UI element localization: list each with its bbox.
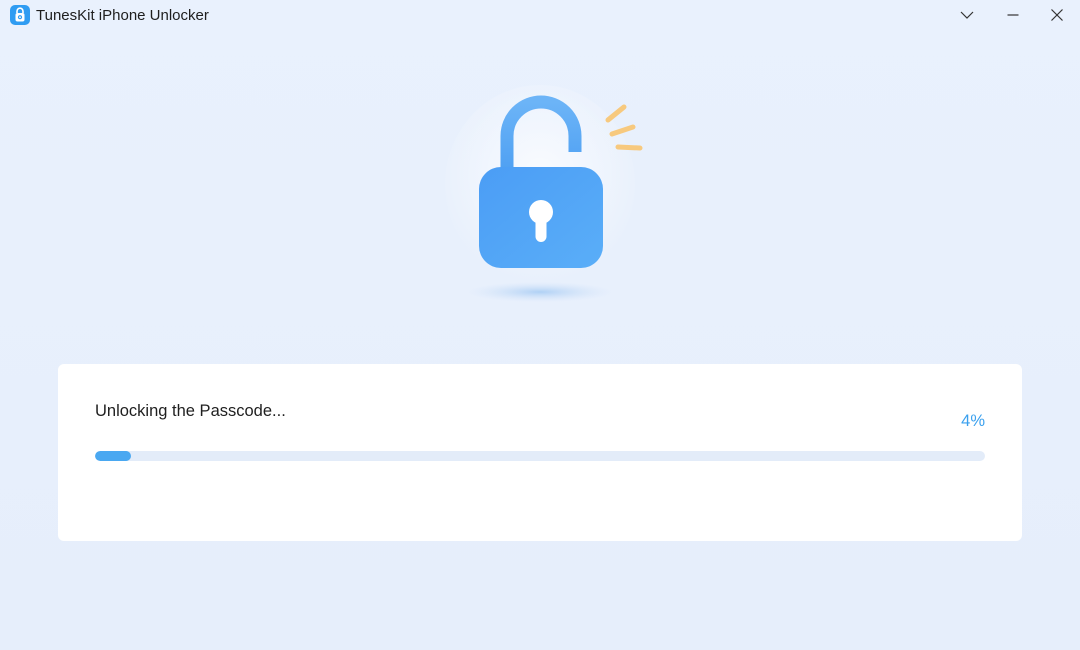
progress-status-text: Unlocking the Passcode...: [95, 402, 286, 420]
chevron-down-icon: [960, 11, 974, 19]
title-bar[interactable]: TunesKit iPhone Unlocker: [0, 0, 1080, 32]
collapse-button[interactable]: [945, 0, 989, 30]
progress-card: Unlocking the Passcode... 4%: [58, 364, 1022, 541]
close-icon: [1051, 9, 1063, 21]
app-window: TunesKit iPhone Unlocker Unlocking the P…: [0, 0, 1080, 650]
progress-bar-fill: [95, 451, 131, 461]
minimize-icon: [1007, 14, 1019, 16]
progress-bar: [95, 451, 985, 461]
progress-percent: 4%: [961, 412, 985, 430]
app-logo-icon: [10, 5, 30, 25]
window-title: TunesKit iPhone Unlocker: [36, 7, 209, 24]
unlocked-padlock-icon: [445, 85, 643, 302]
hero-illustration: [440, 80, 660, 320]
close-button[interactable]: [1035, 0, 1079, 30]
minimize-button[interactable]: [991, 0, 1035, 30]
